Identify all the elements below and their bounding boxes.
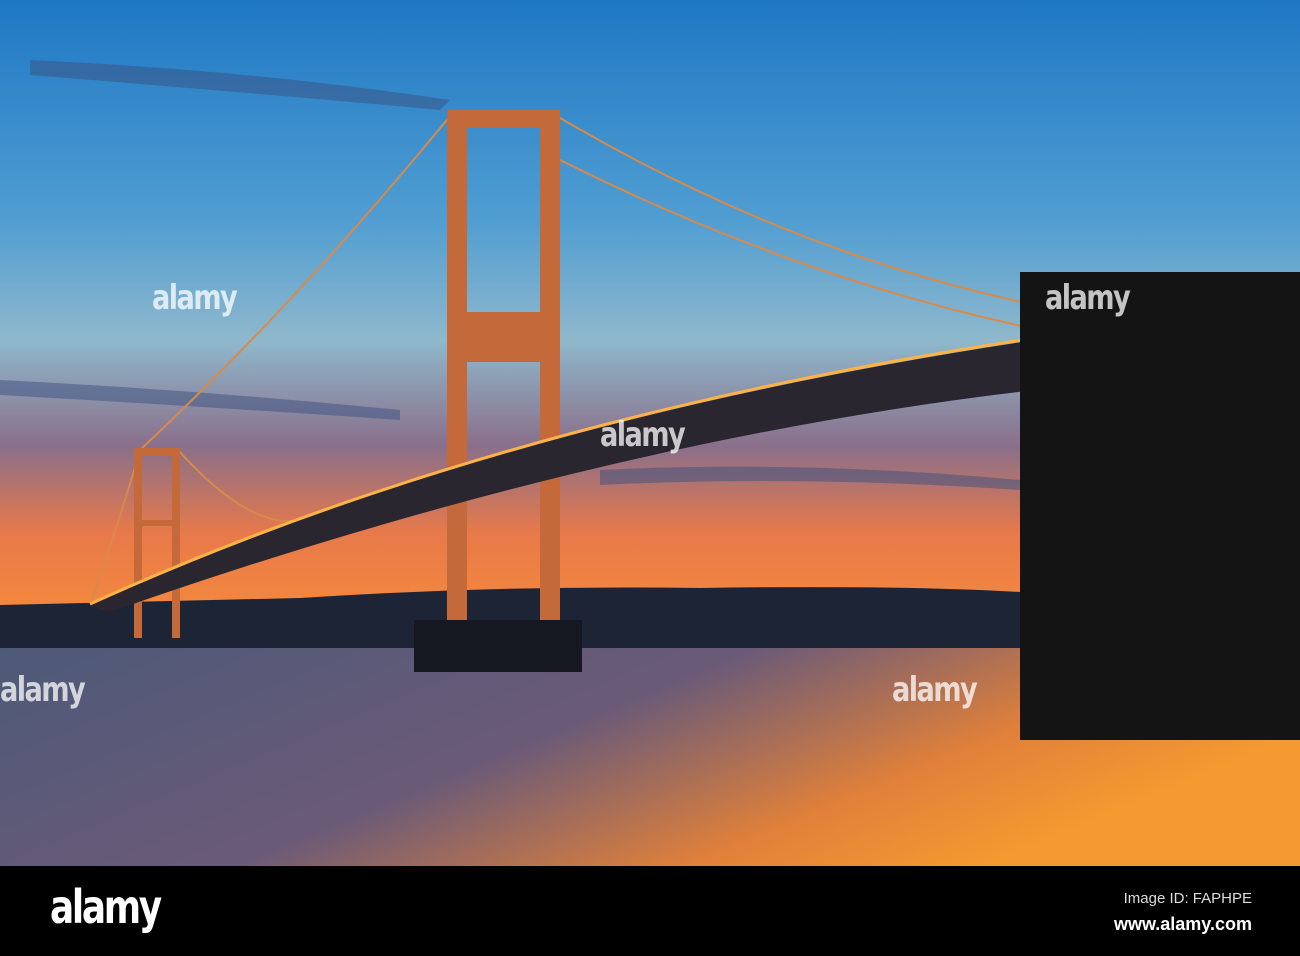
watermark: alamy — [152, 278, 238, 318]
tower-pier — [414, 620, 582, 672]
right-abutment — [1020, 272, 1300, 740]
watermark: alamy — [600, 415, 686, 455]
watermark: alamy — [0, 670, 86, 710]
watermark: alamy — [892, 670, 978, 710]
alamy-logo: alamy — [50, 880, 162, 934]
image-id: Image ID: FAPHPE — [1123, 890, 1252, 907]
site-url: www.alamy.com — [1113, 914, 1252, 934]
footer-bar: alamy Image ID: FAPHPE www.alamy.com — [0, 866, 1300, 956]
stock-photo: alamy alamy alamy alamy alamy alamy Imag… — [0, 0, 1300, 956]
watermark: alamy — [1045, 278, 1131, 318]
